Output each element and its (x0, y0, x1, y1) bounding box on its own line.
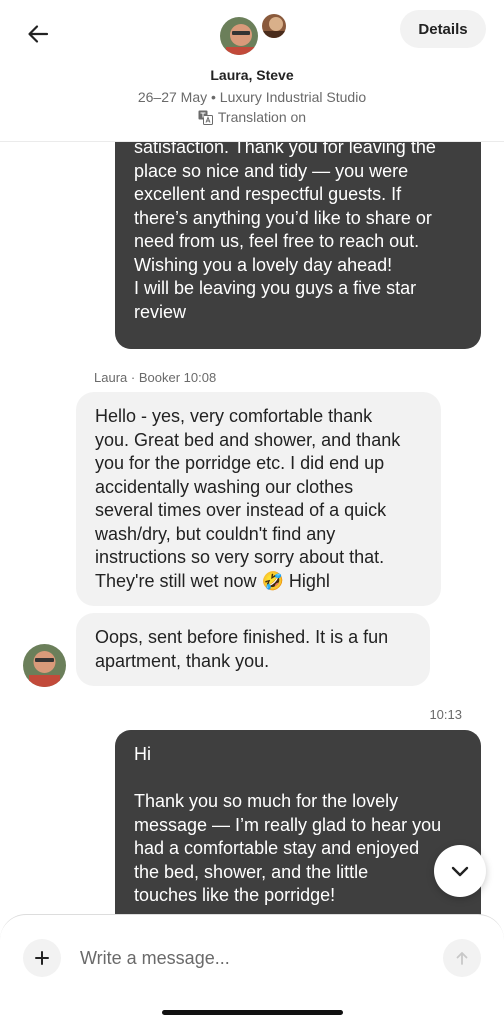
translation-label: Translation on (217, 109, 307, 125)
scroll-to-bottom-button[interactable] (434, 845, 486, 897)
message-line: review (134, 301, 187, 322)
send-button[interactable] (443, 939, 481, 977)
message-line: instructions so very sorry about that. (95, 547, 385, 567)
outgoing-message[interactable]: satisfaction. Thank you for leaving the … (115, 120, 481, 349)
sender-name: Laura (94, 370, 128, 385)
arrow-up-icon (456, 952, 468, 965)
chevron-down-icon (451, 866, 469, 877)
sender-avatar[interactable] (23, 644, 66, 687)
incoming-message[interactable]: Hello - yes, very comfortable thank you.… (76, 392, 441, 606)
message-line: you for the porridge etc. I did end up (95, 453, 385, 473)
message-line: apartment, thank you. (95, 650, 270, 671)
incoming-message[interactable]: Oops, sent before finished. It is a fun … (76, 613, 430, 686)
message-line: the bed, shower, and the little (134, 861, 369, 882)
conversation-title: Laura, Steve (210, 67, 294, 83)
host-avatar[interactable] (260, 12, 288, 40)
plus-icon (35, 951, 49, 965)
message-line: several times over instead of a quick (95, 500, 387, 520)
add-attachment-button[interactable] (23, 939, 61, 977)
message-time: 10:13 (429, 707, 462, 722)
message-input[interactable] (80, 945, 410, 971)
message-line: wash/dry, but couldn't find any (95, 523, 336, 544)
message-line: touches like the porridge! (134, 885, 336, 905)
details-button[interactable]: Details (400, 10, 486, 48)
sender-meta: Laura · Booker 10:08 (94, 370, 217, 385)
back-button[interactable] (22, 18, 54, 50)
message-line: Thank you so much for the lovely (134, 791, 399, 811)
message-composer (0, 914, 504, 1024)
message-line: Wishing you a lovely day ahead! (134, 254, 393, 275)
message-line: had a comfortable stay and enjoyed (134, 838, 420, 858)
message-line: you. Great bed and shower, and thank (95, 429, 401, 450)
message-line: need from us, feel free to reach out. (134, 231, 420, 251)
booking-subtitle: 26–27 May • Luxury Industrial Studio (137, 89, 367, 105)
message-line (134, 767, 463, 791)
message-line: accidentally washing our clothes (95, 476, 354, 497)
sender-role: Booker (138, 370, 181, 385)
translate-icon (198, 110, 213, 125)
message-line: Hello - yes, very comfortable thank (95, 406, 373, 426)
message-line: They're still wet now 🤣 Highl (95, 570, 330, 591)
message-line: message — I’m really glad to hear you (134, 814, 442, 835)
message-line: Oops, sent before finished. It is a fun (95, 627, 389, 647)
arrow-left-icon (28, 25, 49, 43)
message-line: excellent and respectful guests. If (134, 184, 402, 204)
guest-avatar[interactable] (218, 15, 260, 57)
translation-status[interactable]: Translation on (0, 109, 504, 125)
message-line: place so nice and tidy — you were (134, 160, 409, 181)
message-line: I will be leaving you guys a five star (134, 278, 417, 298)
chat-header: Details Laura, Steve 26–27 May • Luxury … (0, 0, 504, 142)
message-line: Hi (134, 744, 151, 764)
message-line: there’s anything you’d like to share or (134, 207, 432, 228)
message-time: 10:08 (183, 370, 217, 385)
home-indicator (162, 1010, 343, 1015)
